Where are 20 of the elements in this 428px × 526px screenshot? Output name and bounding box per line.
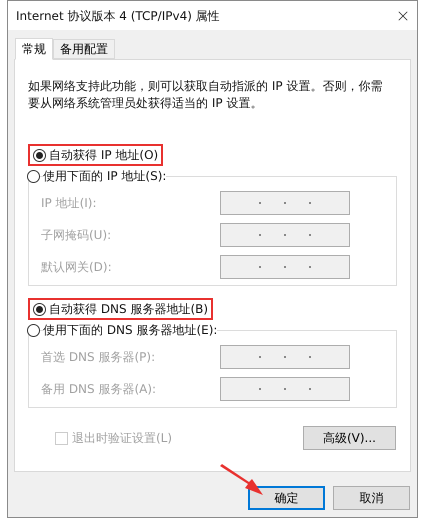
field-label: 备用 DNS 服务器(A):: [41, 381, 156, 398]
field-label: 默认网关(D):: [41, 259, 112, 276]
dialog-button[interactable]: 取消: [333, 486, 410, 510]
window-title: Internet 协议版本 4 (TCP/IPv4) 属性: [16, 8, 220, 24]
radio-label[interactable]: 自动获得 DNS 服务器地址(B): [49, 300, 208, 318]
field-label: 首选 DNS 服务器(P):: [41, 349, 156, 366]
advanced-button[interactable]: 高级(V)...: [303, 426, 396, 450]
field-label: 子网掩码(U):: [41, 227, 112, 244]
radio-label[interactable]: 使用下面的 DNS 服务器地址(E):: [43, 321, 218, 339]
tab[interactable]: 常规: [15, 38, 53, 60]
field-label: IP 地址(I):: [41, 195, 97, 212]
radio-button[interactable]: [33, 148, 46, 162]
tab[interactable]: 备用配置: [53, 39, 115, 59]
radio-button[interactable]: [33, 302, 46, 316]
radio-button[interactable]: [27, 324, 40, 336]
radio-label[interactable]: 使用下面的 IP 地址(S):: [43, 167, 166, 185]
radio-button[interactable]: [27, 170, 40, 182]
description-text: 如果网络支持此功能，则可以获取自动指派的 IP 设置。否则，你需要从网络系统管理员处获得适当的 IP 设置。: [28, 78, 384, 112]
radio-label[interactable]: 自动获得 IP 地址(O): [49, 146, 158, 164]
dialog-button[interactable]: 确定: [248, 486, 325, 510]
